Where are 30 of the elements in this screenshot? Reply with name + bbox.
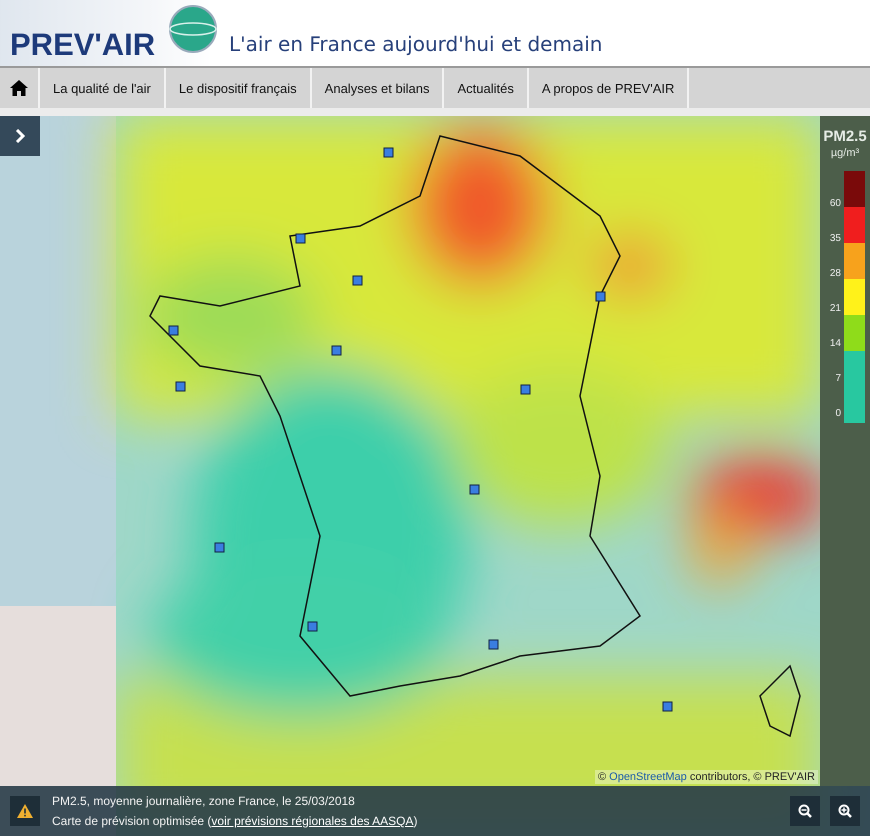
map-attribution: © OpenStreetMap contributors, © PREV'AIR <box>594 770 818 784</box>
legend-tick: 14 <box>828 339 842 351</box>
nav-link[interactable]: Le dispositif français <box>166 68 312 108</box>
warning-icon <box>17 804 33 818</box>
zoom-in-button[interactable] <box>830 796 860 826</box>
legend-tick: 0 <box>834 409 842 421</box>
nav-link[interactable]: Actualités <box>444 68 529 108</box>
nav-link[interactable]: A propos de PREV'AIR <box>528 68 690 108</box>
zoom-out-button[interactable] <box>790 796 820 826</box>
site-title: L'air en France aujourd'hui et demain <box>229 32 602 56</box>
logo-text: PREV'AIR <box>10 27 156 63</box>
forecast-note: Carte de prévision optimisée (voir prévisions régionales des AASQA) <box>52 814 419 828</box>
legend-title: PM2.5 <box>823 128 867 145</box>
globe-icon <box>168 4 218 54</box>
regional-forecasts-link[interactable]: voir prévisions régionales des AASQA <box>211 814 414 828</box>
legend-tick: 7 <box>834 374 842 386</box>
chevron-right-icon <box>15 129 25 143</box>
legend-tick: 35 <box>828 234 842 246</box>
legend-unit: µg/m³ <box>830 147 860 159</box>
sidebar-toggle-button[interactable] <box>0 116 40 156</box>
legend-tick: 60 <box>828 199 842 211</box>
zoom-out-icon <box>798 804 812 818</box>
map-caption: PM2.5, moyenne journalière, zone France, le 25/03/2018 <box>52 794 356 808</box>
zoom-in-icon <box>838 804 852 818</box>
legend-tick: 28 <box>828 269 842 281</box>
nav-link[interactable]: La qualité de l'air <box>40 68 166 108</box>
nav-link[interactable]: Analyses et bilans <box>312 68 444 108</box>
attribution-link[interactable]: OpenStreetMap <box>609 771 687 783</box>
home-icon <box>10 80 28 96</box>
legend-tick: 21 <box>828 304 842 316</box>
